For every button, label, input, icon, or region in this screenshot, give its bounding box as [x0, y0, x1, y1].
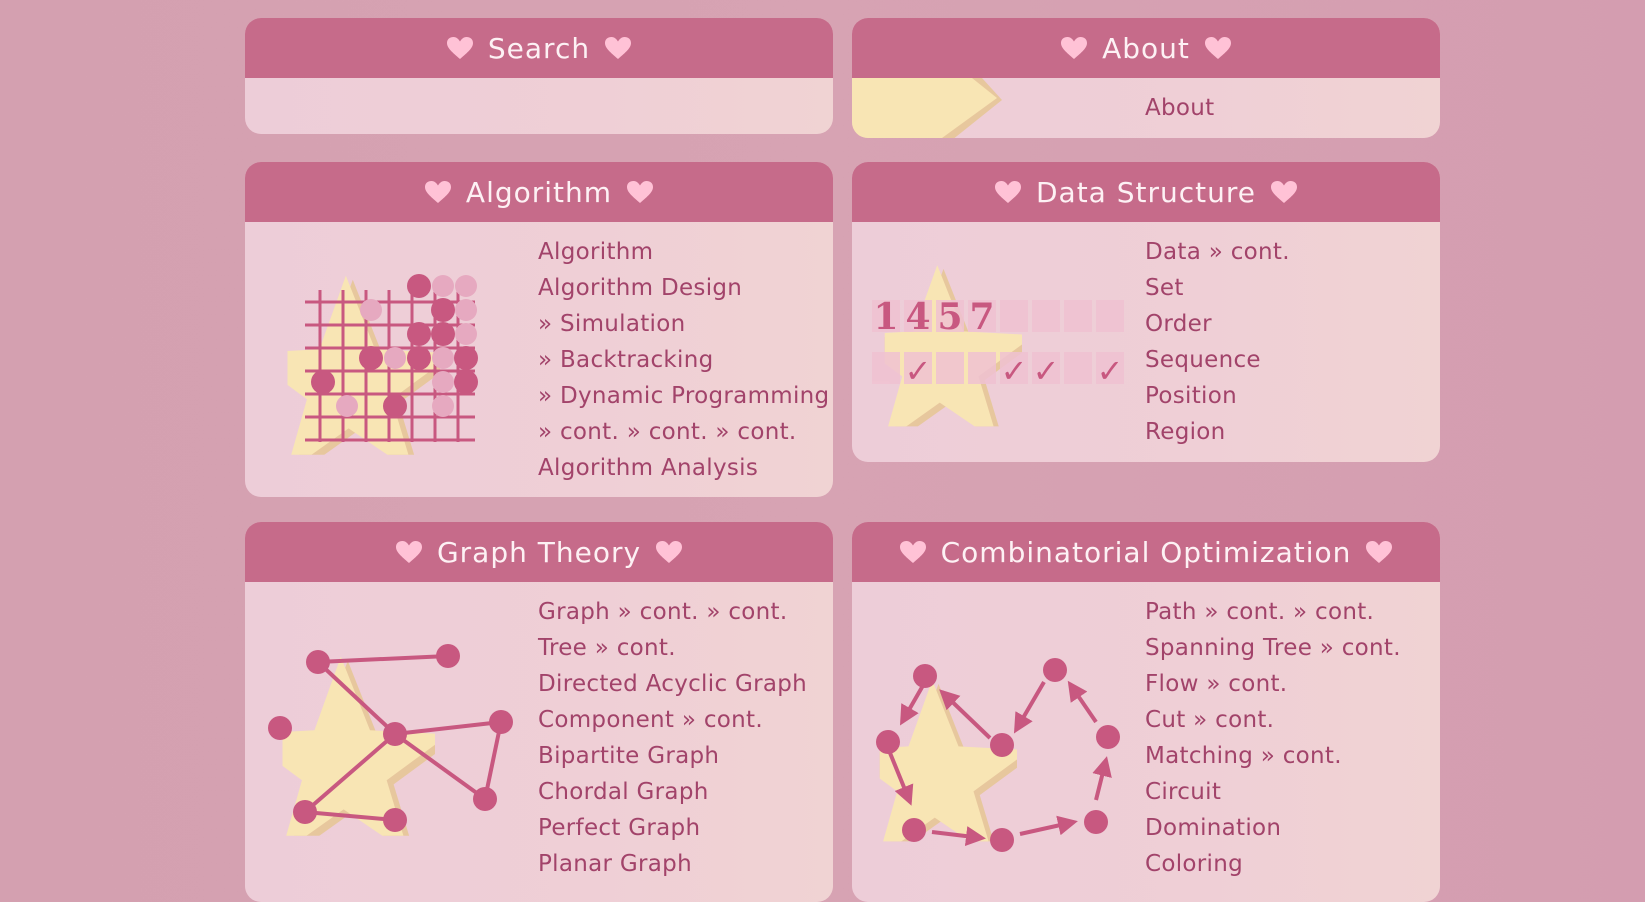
link-simulation[interactable]: » Simulation: [538, 306, 829, 342]
link-planar-graph[interactable]: Planar Graph: [538, 846, 807, 882]
link-bipartite-graph[interactable]: Bipartite Graph: [538, 738, 807, 774]
data-structure-body: 1 4 5 7 ✓ ✓ ✓ ✓ Data » cont. Set Order S…: [852, 222, 1440, 462]
link-algorithm[interactable]: Algorithm: [538, 234, 829, 270]
heart-icon: [994, 180, 1022, 204]
link-dynamic-programming[interactable]: » Dynamic Programming: [538, 378, 829, 414]
about-header: About: [852, 18, 1440, 78]
link-coloring[interactable]: Coloring: [1145, 846, 1401, 882]
combinatorial-optimization-panel: Combinatorial Optimization Path » cont. …: [852, 522, 1440, 902]
link-algorithm-cont[interactable]: » cont. » cont. » cont.: [538, 414, 829, 450]
heart-icon: [1204, 36, 1232, 60]
array-digit: 1: [873, 296, 898, 338]
about-links: About: [1145, 90, 1215, 126]
go-board-illustration: [245, 274, 478, 492]
link-spanning-tree[interactable]: Spanning Tree » cont.: [1145, 630, 1401, 666]
link-cut[interactable]: Cut » cont.: [1145, 702, 1401, 738]
about-title: About: [1102, 31, 1190, 65]
link-about[interactable]: About: [1145, 90, 1215, 126]
link-data[interactable]: Data » cont.: [1145, 234, 1290, 270]
array-digit: 5: [937, 296, 962, 338]
array-digit: 7: [969, 296, 994, 338]
link-domination[interactable]: Domination: [1145, 810, 1401, 846]
link-chordal-graph[interactable]: Chordal Graph: [538, 774, 807, 810]
link-backtracking[interactable]: » Backtracking: [538, 342, 829, 378]
graph-theory-links: Graph » cont. » cont. Tree » cont. Direc…: [538, 594, 807, 882]
algorithm-links: Algorithm Algorithm Design » Simulation …: [538, 234, 829, 486]
heart-icon: [626, 180, 654, 204]
heart-icon: [424, 180, 452, 204]
about-body: About: [852, 78, 1440, 138]
graph-theory-title: Graph Theory: [436, 535, 642, 569]
combinatorial-optimization-body: Path » cont. » cont. Spanning Tree » con…: [852, 582, 1440, 902]
search-header: Search: [245, 18, 833, 78]
algorithm-panel: Algorithm Algorithm Algorithm Design » S…: [245, 162, 833, 497]
algorithm-body: Algorithm Algorithm Design » Simulation …: [245, 222, 833, 497]
heart-icon: [395, 540, 423, 564]
combinatorial-optimization-title: Combinatorial Optimization: [940, 535, 1352, 569]
heart-icon: [1270, 180, 1298, 204]
heart-icon: [655, 540, 683, 564]
heart-icon: [1365, 540, 1393, 564]
graph-theory-panel: Graph Theory Graph » cont. » cont. Tree …: [245, 522, 833, 902]
heart-icon: [604, 36, 632, 60]
about-panel: About About: [852, 18, 1440, 138]
link-perfect-graph[interactable]: Perfect Graph: [538, 810, 807, 846]
link-sequence[interactable]: Sequence: [1145, 342, 1290, 378]
link-algorithm-design[interactable]: Algorithm Design: [538, 270, 829, 306]
search-panel: Search: [245, 18, 833, 134]
check-mark: ✓: [905, 352, 932, 390]
link-set[interactable]: Set: [1145, 270, 1290, 306]
search-body: [245, 78, 833, 134]
combinatorial-optimization-links: Path » cont. » cont. Spanning Tree » con…: [1145, 594, 1401, 882]
link-graph[interactable]: Graph » cont. » cont.: [538, 594, 807, 630]
data-structure-title: Data Structure: [1035, 175, 1256, 209]
link-path[interactable]: Path » cont. » cont.: [1145, 594, 1401, 630]
graph-theory-body: Graph » cont. » cont. Tree » cont. Direc…: [245, 582, 833, 902]
heart-icon: [899, 540, 927, 564]
link-circuit[interactable]: Circuit: [1145, 774, 1401, 810]
link-flow[interactable]: Flow » cont.: [1145, 666, 1401, 702]
link-algorithm-analysis[interactable]: Algorithm Analysis: [538, 450, 829, 486]
star-decoration: [852, 78, 1002, 138]
link-region[interactable]: Region: [1145, 414, 1290, 450]
link-matching[interactable]: Matching » cont.: [1145, 738, 1401, 774]
graph-theory-header: Graph Theory: [245, 522, 833, 582]
link-tree[interactable]: Tree » cont.: [538, 630, 807, 666]
link-position[interactable]: Position: [1145, 378, 1290, 414]
array-illustration: 1 4 5 7 ✓ ✓ ✓ ✓: [852, 222, 1124, 462]
link-dag[interactable]: Directed Acyclic Graph: [538, 666, 807, 702]
flow-network-illustration: [852, 658, 1120, 882]
link-component[interactable]: Component » cont.: [538, 702, 807, 738]
algorithm-header: Algorithm: [245, 162, 833, 222]
algorithm-title: Algorithm: [465, 175, 613, 209]
graph-illustration: [245, 644, 513, 882]
check-mark: ✓: [1097, 352, 1124, 390]
check-mark: ✓: [1033, 352, 1060, 390]
search-title: Search: [487, 31, 591, 65]
heart-icon: [446, 36, 474, 60]
check-mark: ✓: [1001, 352, 1028, 390]
link-order[interactable]: Order: [1145, 306, 1290, 342]
combinatorial-optimization-header: Combinatorial Optimization: [852, 522, 1440, 582]
array-digit: 4: [905, 296, 930, 338]
data-structure-panel: Data Structure 1 4 5 7 ✓ ✓ ✓ ✓ Data » co…: [852, 162, 1440, 462]
data-structure-links: Data » cont. Set Order Sequence Position…: [1145, 234, 1290, 450]
data-structure-header: Data Structure: [852, 162, 1440, 222]
heart-icon: [1060, 36, 1088, 60]
